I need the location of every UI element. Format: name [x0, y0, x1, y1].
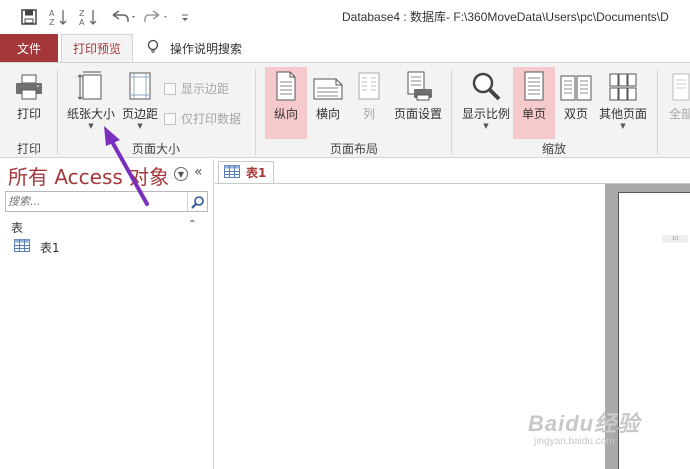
group-separator [451, 69, 452, 155]
print-data-only-checkbox[interactable]: 仅打印数据 [164, 110, 241, 127]
watermark: Baidu经验 jingyan.baidu.com [528, 406, 640, 447]
one-page-label: 单页 [521, 107, 546, 121]
print-label: 打印 [16, 107, 41, 121]
one-page-icon [523, 67, 545, 101]
portrait-label: 纵向 [273, 107, 298, 121]
more-pages-button[interactable]: 其他页面 ▼ [596, 67, 650, 131]
margins-button[interactable]: 页边距 ▼ [120, 67, 160, 131]
landscape-label: 横向 [315, 107, 340, 121]
customize-icon[interactable] [178, 6, 192, 28]
group-separator [255, 69, 256, 155]
table-icon [224, 164, 240, 181]
svg-text:Z: Z [49, 18, 55, 27]
page-setup-label: 页面设置 [393, 107, 442, 121]
collapse-pane-icon[interactable]: « [194, 164, 203, 180]
margins-icon [127, 67, 153, 101]
document-tab-label: 表1 [246, 166, 267, 180]
svg-text:A: A [79, 18, 85, 27]
columns-button[interactable]: 列 [352, 67, 386, 131]
dropdown-arrow-icon: ▼ [137, 122, 143, 130]
undo-icon[interactable] [108, 6, 138, 28]
close-all-button[interactable]: 全部 [664, 67, 690, 131]
portrait-button[interactable]: 纵向 [265, 67, 307, 139]
two-pages-icon [560, 67, 592, 101]
show-margins-checkbox[interactable]: 显示边距 [164, 80, 229, 97]
page-setup-icon [402, 67, 434, 101]
checkbox-icon [164, 82, 176, 95]
tell-me-search[interactable]: 操作说明搜索 [146, 34, 242, 62]
group-separator [657, 69, 658, 155]
chevron-down-icon[interactable]: ▼ [174, 167, 188, 181]
save-icon[interactable] [18, 6, 40, 28]
nav-pane-title[interactable]: 所有 Access 对象 [8, 161, 169, 190]
redo-icon[interactable] [142, 6, 172, 28]
paper-size-icon [77, 67, 105, 101]
document-icon [671, 67, 690, 101]
landscape-icon [313, 67, 343, 101]
print-button[interactable]: 打印 [8, 67, 50, 131]
tab-print-preview[interactable]: 打印预览 [61, 34, 133, 62]
dropdown-arrow-icon: ▼ [483, 122, 489, 130]
paper-size-label: 纸张大小 [66, 107, 115, 121]
ribbon-tabs: 文件 打印预览 操作说明搜索 [0, 34, 690, 62]
tab-file[interactable]: 文件 [0, 34, 58, 62]
sort-descending-icon[interactable]: ZA [76, 6, 100, 28]
two-pages-button[interactable]: 双页 [558, 67, 594, 131]
svg-text:Z: Z [79, 9, 85, 18]
nav-group-header[interactable]: 表 [11, 219, 23, 236]
dropdown-arrow-icon: ▼ [620, 122, 626, 130]
printer-icon [14, 67, 44, 101]
group-label-page-layout: 页面布局 [330, 142, 379, 156]
sort-ascending-icon[interactable]: AZ [46, 6, 70, 28]
landscape-button[interactable]: 横向 [310, 67, 346, 131]
svg-text:A: A [49, 9, 55, 18]
ribbon: 打印 打印 纸张大小 ▼ 页边距 ▼ 显示边距 仅打印数据 页面大小 纵向 横向… [0, 62, 690, 158]
columns-label: 列 [362, 107, 375, 121]
window-title: Database4 : 数据库- F:\360MoveData\Users\pc… [342, 10, 669, 24]
print-data-only-label: 仅打印数据 [181, 112, 242, 126]
portrait-icon [275, 67, 297, 101]
search-icon[interactable] [187, 192, 207, 211]
margins-label: 页边距 [121, 107, 158, 121]
title-bar: AZ ZA Database4 : 数据库- F:\360MoveData\Us… [0, 0, 690, 34]
magnifier-icon [471, 67, 501, 101]
paper-size-button[interactable]: 纸张大小 ▼ [64, 67, 118, 131]
zoom-button[interactable]: 显示比例 ▼ [458, 67, 514, 131]
one-page-button[interactable]: 单页 [513, 67, 555, 139]
checkbox-icon [164, 112, 176, 125]
chevron-up-double-icon[interactable]: ⌃ [188, 219, 196, 230]
watermark-main: Baidu经验 [528, 411, 641, 436]
group-separator [57, 69, 58, 155]
columns-icon [357, 67, 381, 101]
more-pages-label: 其他页面 [598, 107, 647, 121]
overflow-label: 全部 [668, 107, 690, 121]
nav-item-label: 表1 [40, 240, 60, 255]
show-margins-label: 显示边距 [181, 82, 230, 96]
search-input[interactable] [8, 193, 186, 210]
page-header-mark: 10 [662, 235, 688, 243]
zoom-label: 显示比例 [461, 107, 510, 121]
group-label-page-size: 页面大小 [132, 142, 181, 156]
more-pages-icon [609, 67, 637, 101]
lightbulb-icon [146, 39, 160, 58]
navigation-pane: 所有 Access 对象 ▼ « 表 ⌃ 表1 [0, 159, 214, 469]
nav-search-box [5, 191, 208, 212]
tell-me-label: 操作说明搜索 [170, 41, 243, 56]
table-icon [14, 239, 30, 255]
document-tab-table1[interactable]: 表1 [218, 161, 274, 183]
nav-item-table1[interactable]: 表1 [14, 238, 60, 256]
group-label-zoom: 缩放 [542, 142, 567, 156]
dropdown-arrow-icon: ▼ [88, 122, 94, 130]
page-setup-button[interactable]: 页面设置 [390, 67, 446, 131]
group-label-print: 打印 [17, 142, 42, 156]
two-pages-label: 双页 [563, 107, 588, 121]
